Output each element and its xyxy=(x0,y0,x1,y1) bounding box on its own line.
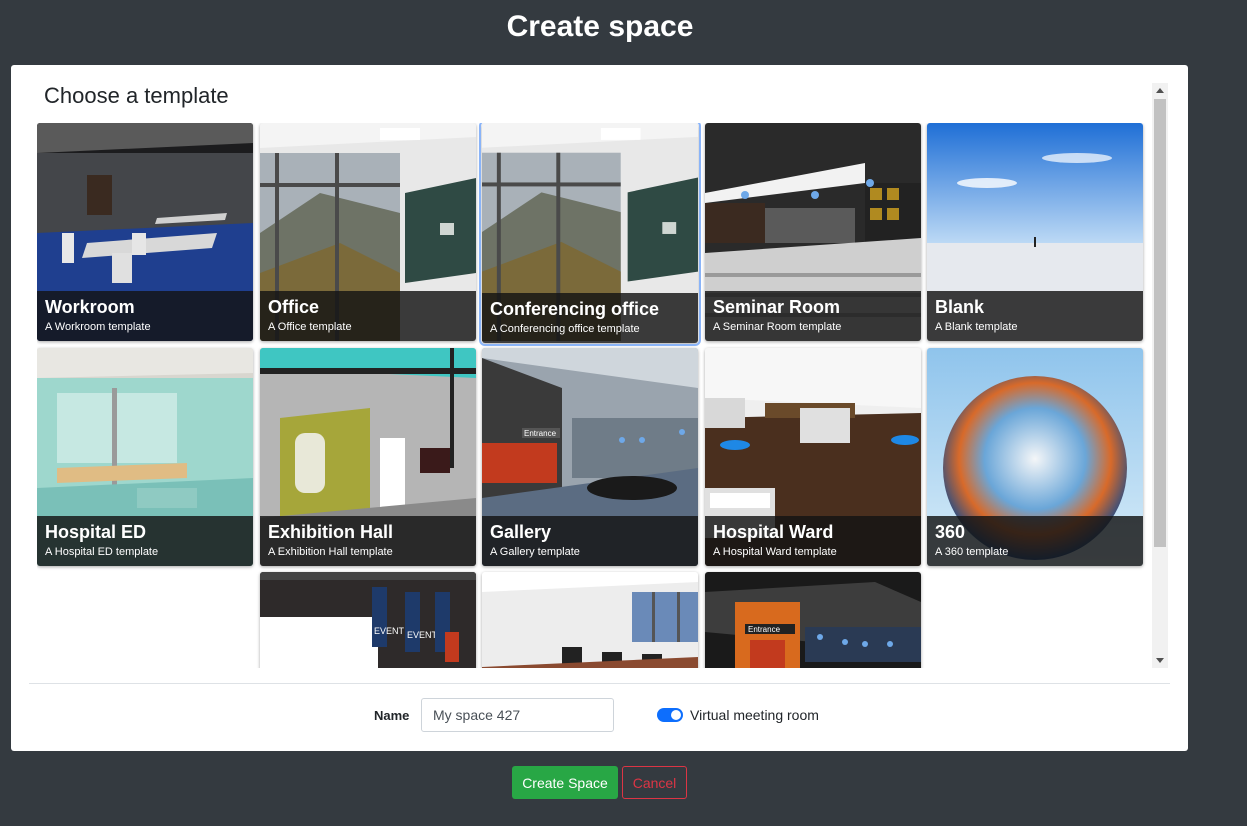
card-caption: Hospital ED A Hospital ED template xyxy=(37,516,253,566)
template-modal: Choose a template Workroom A Workroom te… xyxy=(11,65,1188,751)
template-card-seminar-room[interactable]: Seminar Room A Seminar Room template xyxy=(705,123,921,341)
card-title: Office xyxy=(268,297,320,317)
card-title: Workroom xyxy=(45,297,135,317)
cancel-button[interactable]: Cancel xyxy=(622,766,687,799)
template-grid: Workroom A Workroom template Office A Of… xyxy=(37,123,1153,668)
gallery-entrance-thumbnail: Entrance xyxy=(705,572,921,668)
virtual-meeting-room-toggle[interactable] xyxy=(657,708,683,722)
meeting-room-thumbnail xyxy=(482,572,698,668)
entrance-sign-text: Entrance xyxy=(524,429,557,438)
event-sign-text-2: EVENT xyxy=(407,630,438,640)
template-card-gallery[interactable]: Entrance Gallery A Gallery template xyxy=(482,348,698,566)
card-subtitle: A Workroom template xyxy=(45,321,151,333)
template-card-hospital-ward[interactable]: Hospital Ward A Hospital Ward template xyxy=(705,348,921,566)
template-card-event[interactable]: EVENT EVENT xyxy=(260,572,476,668)
card-subtitle: A Hospital Ward template xyxy=(713,546,837,558)
scroll-down-icon[interactable] xyxy=(1156,658,1164,663)
card-title: 360 xyxy=(935,522,966,542)
template-card-gallery-entrance[interactable]: Entrance xyxy=(705,572,921,668)
card-caption: Workroom A Workroom template xyxy=(37,291,253,341)
card-caption: 360 A 360 template xyxy=(927,516,1143,566)
create-space-button[interactable]: Create Space xyxy=(512,766,618,799)
template-card-meeting-room[interactable] xyxy=(482,572,698,668)
card-subtitle: A Conferencing office template xyxy=(490,323,640,335)
template-card-hospital-ed[interactable]: Hospital ED A Hospital ED template xyxy=(37,348,253,566)
scrollbar-thumb[interactable] xyxy=(1154,99,1166,547)
card-title: Hospital Ward xyxy=(713,522,834,542)
card-subtitle: A 360 template xyxy=(935,546,1009,558)
event-sign-text: EVENT xyxy=(374,626,405,636)
name-label: Name xyxy=(374,708,410,723)
card-caption: Gallery A Gallery template xyxy=(482,516,698,566)
card-subtitle: A Hospital ED template xyxy=(45,546,159,558)
section-title: Choose a template xyxy=(44,83,229,108)
card-subtitle: A Office template xyxy=(268,321,352,333)
template-scrollbar[interactable] xyxy=(1152,83,1168,668)
card-title: Exhibition Hall xyxy=(268,522,394,542)
card-title: Blank xyxy=(935,297,985,317)
card-caption: Exhibition Hall A Exhibition Hall templa… xyxy=(260,516,476,566)
card-caption: Office A Office template xyxy=(260,291,476,341)
card-caption: Hospital Ward A Hospital Ward template xyxy=(705,516,921,566)
card-caption: Seminar Room A Seminar Room template xyxy=(705,291,921,341)
card-caption: Conferencing office A Conferencing offic… xyxy=(482,293,698,343)
template-card-workroom[interactable]: Workroom A Workroom template xyxy=(37,123,253,341)
template-card-exhibition-hall[interactable]: Exhibition Hall A Exhibition Hall templa… xyxy=(260,348,476,566)
card-caption: Blank A Blank template xyxy=(927,291,1143,341)
virtual-meeting-room-label: Virtual meeting room xyxy=(690,707,819,723)
template-card-conferencing-office[interactable]: Conferencing office A Conferencing offic… xyxy=(479,123,701,346)
card-title: Gallery xyxy=(490,522,552,542)
card-title: Seminar Room xyxy=(713,297,841,317)
card-subtitle: A Blank template xyxy=(935,321,1018,333)
card-subtitle: A Exhibition Hall template xyxy=(268,546,393,558)
toggle-knob xyxy=(671,710,681,720)
card-subtitle: A Seminar Room template xyxy=(713,321,842,333)
page-title: Create space xyxy=(506,10,694,43)
card-subtitle: A Gallery template xyxy=(490,546,580,558)
card-title: Conferencing office xyxy=(490,299,660,319)
template-card-blank[interactable]: Blank A Blank template xyxy=(927,123,1143,341)
entrance-sign-text-2: Entrance xyxy=(748,625,781,634)
name-input[interactable] xyxy=(421,698,614,732)
event-thumbnail: EVENT EVENT xyxy=(260,572,476,668)
modal-divider xyxy=(29,683,1170,684)
card-title: Hospital ED xyxy=(45,522,147,542)
template-card-360[interactable]: 360 A 360 template xyxy=(927,348,1143,566)
template-card-office[interactable]: Office A Office template xyxy=(260,123,476,341)
scroll-up-icon[interactable] xyxy=(1156,88,1164,93)
